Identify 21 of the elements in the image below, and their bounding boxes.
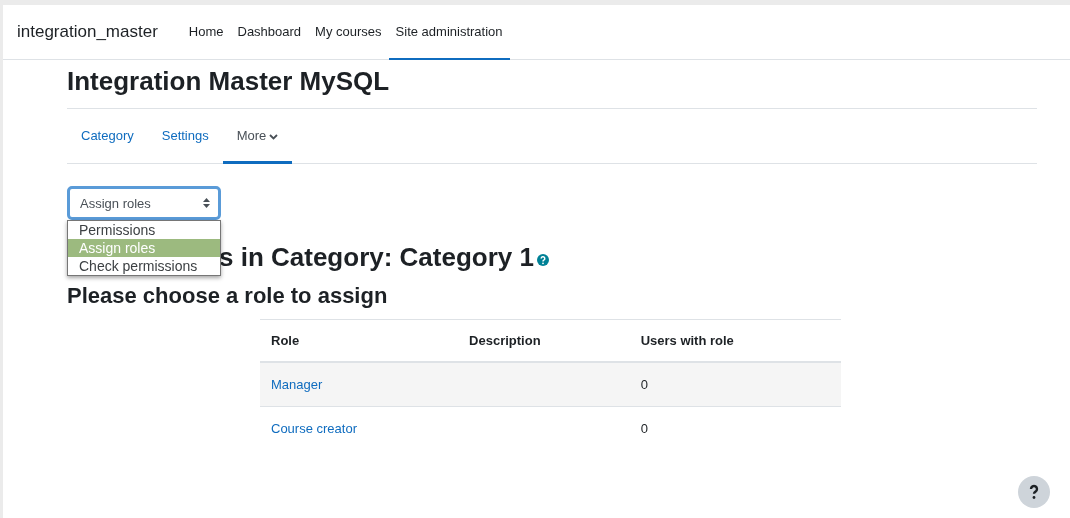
secondary-nav-tab[interactable]: More	[222, 109, 293, 164]
caret-icon	[269, 133, 279, 140]
page-title: Integration Master MySQL	[67, 60, 1037, 109]
table-cell: 0	[629, 406, 841, 450]
role-link[interactable]: Course creator	[271, 421, 357, 436]
help-icon[interactable]	[1018, 476, 1050, 508]
nav-link[interactable]: Dashboard	[230, 5, 309, 60]
nav-link[interactable]: Home	[181, 5, 231, 60]
sort-arrows-icon	[203, 198, 210, 208]
role-link[interactable]: Manager	[271, 377, 323, 392]
role-action-select[interactable]: Assign roles	[67, 186, 221, 220]
page-heading: s in Category: Category 1	[219, 242, 534, 273]
dropdown-option[interactable]: Permissions	[68, 221, 220, 239]
section-heading: Please choose a role to assign	[67, 283, 389, 309]
secondary-nav-tab[interactable]: Category	[67, 109, 148, 164]
dropdown-option[interactable]: Check permissions	[68, 257, 220, 275]
nav-link[interactable]: Site administration	[388, 5, 510, 60]
table-cell: 0	[629, 362, 841, 407]
secondary-nav-tab[interactable]: Settings	[147, 109, 223, 164]
site-name[interactable]: integration_master	[17, 22, 158, 42]
nav-link[interactable]: My courses	[308, 5, 389, 60]
